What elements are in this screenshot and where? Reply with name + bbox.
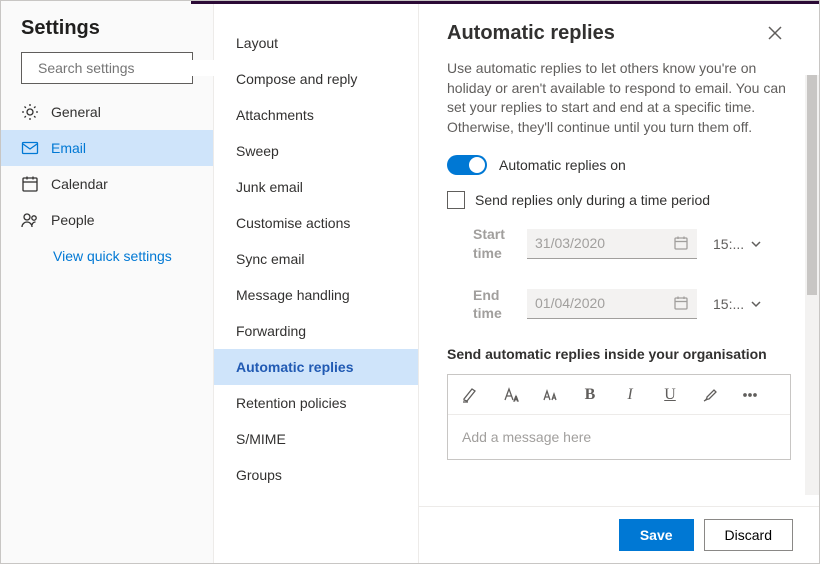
- save-button[interactable]: Save: [619, 519, 694, 551]
- bold-button[interactable]: B: [580, 385, 600, 405]
- option-attachments[interactable]: Attachments: [214, 97, 418, 133]
- svg-text:A: A: [514, 397, 518, 403]
- auto-replies-toggle[interactable]: [447, 155, 487, 175]
- font-button[interactable]: A: [500, 385, 520, 405]
- gear-icon: [21, 103, 39, 121]
- nav-calendar[interactable]: Calendar: [1, 166, 213, 202]
- start-time-label: Start time: [473, 225, 511, 261]
- search-settings-input[interactable]: [21, 52, 193, 84]
- option-message-handling[interactable]: Message handling: [214, 277, 418, 313]
- top-accent-bar: [191, 1, 819, 4]
- option-sync-email[interactable]: Sync email: [214, 241, 418, 277]
- underline-button[interactable]: U: [660, 385, 680, 405]
- close-button[interactable]: [759, 17, 791, 49]
- main-title: Automatic replies: [447, 22, 615, 45]
- editor-textarea[interactable]: Add a message here: [448, 415, 790, 459]
- end-time-label: End time: [473, 286, 511, 322]
- nav-label: Calendar: [51, 176, 108, 192]
- reply-editor: A B I U Add a message here: [447, 374, 791, 460]
- option-groups[interactable]: Groups: [214, 457, 418, 493]
- option-junk-email[interactable]: Junk email: [214, 169, 418, 205]
- option-automatic-replies[interactable]: Automatic replies: [214, 349, 418, 385]
- start-time-select[interactable]: 15:...: [713, 236, 762, 252]
- settings-sidebar: Settings General Email Calendar People V…: [1, 1, 214, 563]
- end-time-value: 15:...: [713, 296, 744, 312]
- start-date-input[interactable]: 31/03/2020: [527, 229, 697, 259]
- calendar-icon: [673, 295, 689, 311]
- brush-button[interactable]: [700, 385, 720, 405]
- more-button[interactable]: [740, 385, 760, 405]
- option-compose-reply[interactable]: Compose and reply: [214, 61, 418, 97]
- checkbox-label: Send replies only during a time period: [475, 192, 710, 208]
- option-sweep[interactable]: Sweep: [214, 133, 418, 169]
- font-icon: A: [501, 386, 519, 404]
- toggle-label: Automatic replies on: [499, 157, 626, 173]
- option-forwarding[interactable]: Forwarding: [214, 313, 418, 349]
- mail-icon: [21, 139, 39, 157]
- nav-people[interactable]: People: [1, 202, 213, 238]
- more-icon: [741, 386, 759, 404]
- chevron-down-icon: [750, 298, 762, 310]
- discard-button[interactable]: Discard: [704, 519, 793, 551]
- nav-email[interactable]: Email: [1, 130, 213, 166]
- option-smime[interactable]: S/MIME: [214, 421, 418, 457]
- start-date-value: 31/03/2020: [535, 235, 605, 251]
- option-customise-actions[interactable]: Customise actions: [214, 205, 418, 241]
- option-layout[interactable]: Layout: [214, 25, 418, 61]
- font-size-button[interactable]: [540, 385, 560, 405]
- editor-toolbar: A B I U: [448, 375, 790, 415]
- email-options-list: Layout Compose and reply Attachments Swe…: [214, 1, 419, 563]
- end-date-input[interactable]: 01/04/2020: [527, 289, 697, 319]
- footer-actions: Save Discard: [419, 506, 819, 563]
- end-date-value: 01/04/2020: [535, 295, 605, 311]
- highlight-icon: [461, 386, 479, 404]
- time-period-checkbox[interactable]: [447, 191, 465, 209]
- brush-icon: [701, 386, 719, 404]
- people-icon: [21, 211, 39, 229]
- inside-org-label: Send automatic replies inside your organ…: [447, 346, 791, 362]
- nav-label: General: [51, 104, 101, 120]
- option-retention-policies[interactable]: Retention policies: [214, 385, 418, 421]
- nav-label: Email: [51, 140, 86, 156]
- nav-general[interactable]: General: [1, 94, 213, 130]
- highlight-button[interactable]: [460, 385, 480, 405]
- description-text: Use automatic replies to let others know…: [447, 59, 791, 137]
- close-icon: [768, 26, 782, 40]
- start-time-value: 15:...: [713, 236, 744, 252]
- chevron-down-icon: [750, 238, 762, 250]
- view-quick-settings-link[interactable]: View quick settings: [1, 238, 213, 274]
- nav-label: People: [51, 212, 95, 228]
- settings-title: Settings: [1, 1, 213, 52]
- fontsize-icon: [541, 386, 559, 404]
- end-time-select[interactable]: 15:...: [713, 296, 762, 312]
- calendar-icon: [21, 175, 39, 193]
- italic-button[interactable]: I: [620, 385, 640, 405]
- main-panel: Automatic replies Use automatic replies …: [419, 1, 819, 563]
- search-settings-field[interactable]: [38, 60, 219, 76]
- calendar-icon: [673, 235, 689, 251]
